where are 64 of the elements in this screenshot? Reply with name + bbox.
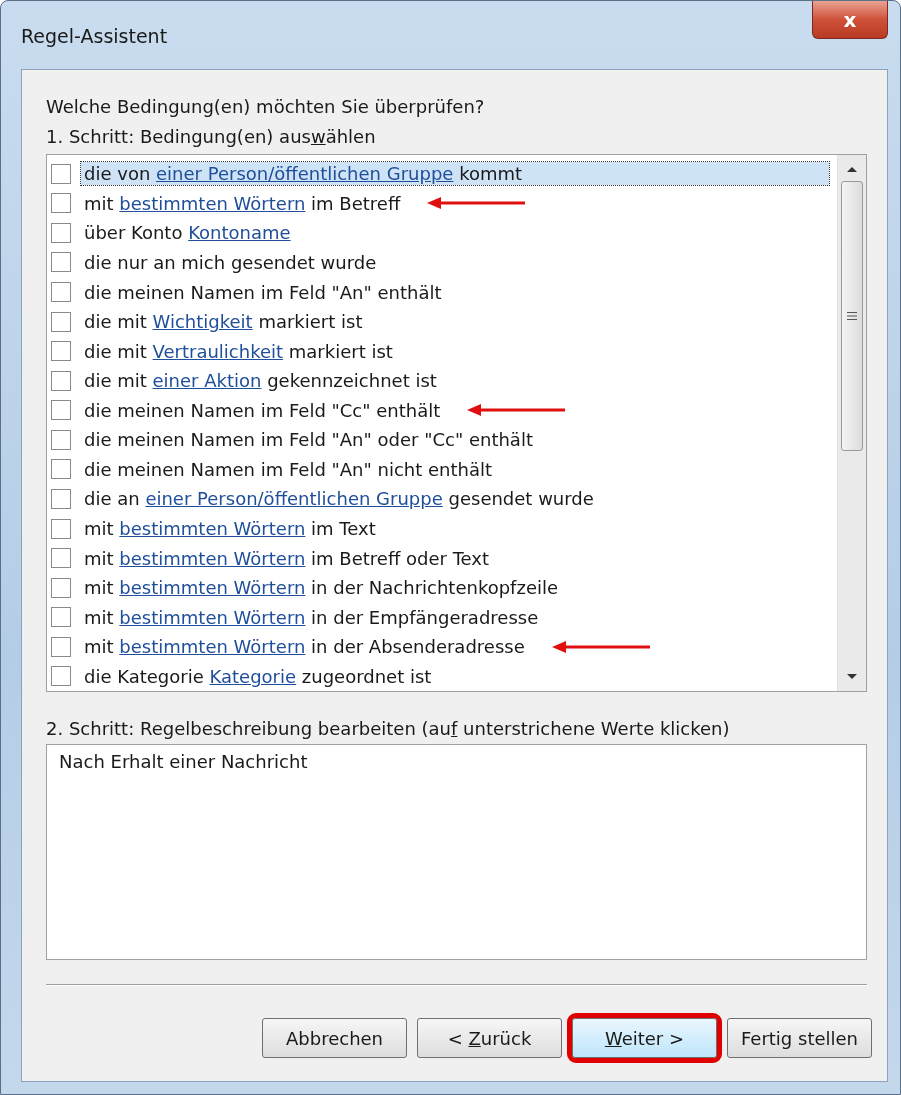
condition-link[interactable]: bestimmten Wörtern [119, 547, 306, 569]
checkbox[interactable] [51, 518, 71, 539]
condition-item[interactable]: mit bestimmten Wörtern im Betreff oder Text [81, 546, 493, 570]
condition-item[interactable]: über Konto Kontoname [81, 221, 294, 245]
checkbox[interactable] [51, 370, 71, 391]
checkbox[interactable] [51, 163, 71, 184]
close-button[interactable]: x [812, 1, 888, 39]
condition-link[interactable]: bestimmten Wörtern [119, 606, 306, 628]
checkbox[interactable] [51, 636, 71, 657]
scroll-down-icon[interactable] [846, 673, 858, 681]
checkbox[interactable] [51, 311, 71, 332]
checkbox[interactable] [51, 193, 71, 214]
condition-item[interactable]: die meinen Namen im Feld "An" nicht enthält [81, 457, 496, 481]
rule-description: Nach Erhalt einer Nachricht [46, 744, 867, 960]
condition-link[interactable]: bestimmten Wörtern [119, 636, 306, 658]
scrollbar[interactable] [837, 155, 866, 691]
checkbox[interactable] [51, 429, 71, 450]
condition-item[interactable]: mit bestimmten Wörtern in der Nachrichtenkopfzeile [81, 576, 562, 600]
condition-link[interactable]: Vertraulichkeit [152, 340, 284, 362]
checkbox[interactable] [51, 400, 71, 421]
condition-item[interactable]: die an einer Person/öffentlichen Gruppe gesendet wurde [81, 487, 597, 511]
checkbox[interactable] [51, 577, 71, 598]
step-label: 2. Schritt: Regelbeschreibung bearbeiten (auf unterstrichene Werte klicken) [46, 717, 731, 741]
condition-item[interactable]: mit bestimmten Wörtern im Text [81, 517, 379, 541]
dialog-button[interactable]: Weiter > [572, 1018, 717, 1058]
condition-link[interactable]: einer Person/öffentlichen Gruppe [145, 488, 443, 510]
condition-link[interactable]: bestimmten Wörtern [119, 192, 306, 214]
condition-link[interactable]: einer Person/öffentlichen Gruppe [156, 163, 454, 185]
scroll-thumb[interactable] [841, 181, 863, 451]
condition-item[interactable]: mit bestimmten Wörtern in der Empfängeradresse [81, 605, 542, 629]
dialog-button[interactable]: Fertig stellen [727, 1018, 872, 1058]
condition-item[interactable]: die mit Wichtigkeit markiert ist [81, 310, 366, 334]
condition-item[interactable]: die meinen Namen im Feld "Cc" enthält [81, 398, 444, 422]
checkbox[interactable] [51, 459, 71, 480]
checkbox[interactable] [51, 607, 71, 628]
condition-item[interactable]: die mit Vertraulichkeit markiert ist [81, 339, 396, 363]
condition-link[interactable]: Kontoname [188, 222, 291, 244]
condition-item[interactable]: die Kategorie Kategorie zugeordnet ist [81, 664, 435, 688]
condition-item[interactable]: die von einer Person/öffentlichen Gruppe kommt [81, 162, 829, 186]
condition-link[interactable]: Wichtigkeit [152, 311, 253, 333]
checkbox[interactable] [51, 666, 71, 687]
condition-item[interactable]: mit bestimmten Wörtern in der Absenderadresse [81, 635, 528, 659]
window-title: Regel-Assistent [21, 25, 168, 47]
condition-item[interactable]: die meinen Namen im Feld "An" oder "Cc" enthält [81, 428, 536, 452]
question-label: Welche Bedingung(en) möchten Sie überprüfen? [46, 95, 486, 119]
step-label: 1. Schritt: Bedingung(en) auswählen [46, 125, 377, 149]
condition-link[interactable]: einer Aktion [152, 370, 262, 392]
condition-link[interactable]: bestimmten Wörtern [119, 518, 306, 540]
condition-item[interactable]: mit bestimmten Wörtern im Betreff [81, 191, 404, 215]
checkbox[interactable] [51, 252, 71, 273]
condition-link[interactable]: Kategorie [209, 665, 297, 687]
checkbox[interactable] [51, 222, 71, 243]
grip-icon [847, 311, 857, 321]
condition-item[interactable]: die meinen Namen im Feld "An" enthält [81, 280, 445, 304]
condition-item[interactable]: die mit einer Aktion gekennzeichnet ist [81, 369, 440, 393]
dialog-button[interactable]: < Zurück [417, 1018, 562, 1058]
checkbox[interactable] [51, 282, 71, 303]
condition-link[interactable]: bestimmten Wörtern [119, 577, 306, 599]
checkbox[interactable] [51, 488, 71, 509]
checkbox[interactable] [51, 548, 71, 569]
checkbox[interactable] [51, 341, 71, 362]
scroll-up-icon[interactable] [846, 165, 858, 173]
condition-item[interactable]: die nur an mich gesendet wurde [81, 250, 380, 274]
dialog-button[interactable]: Abbrechen [262, 1018, 407, 1058]
